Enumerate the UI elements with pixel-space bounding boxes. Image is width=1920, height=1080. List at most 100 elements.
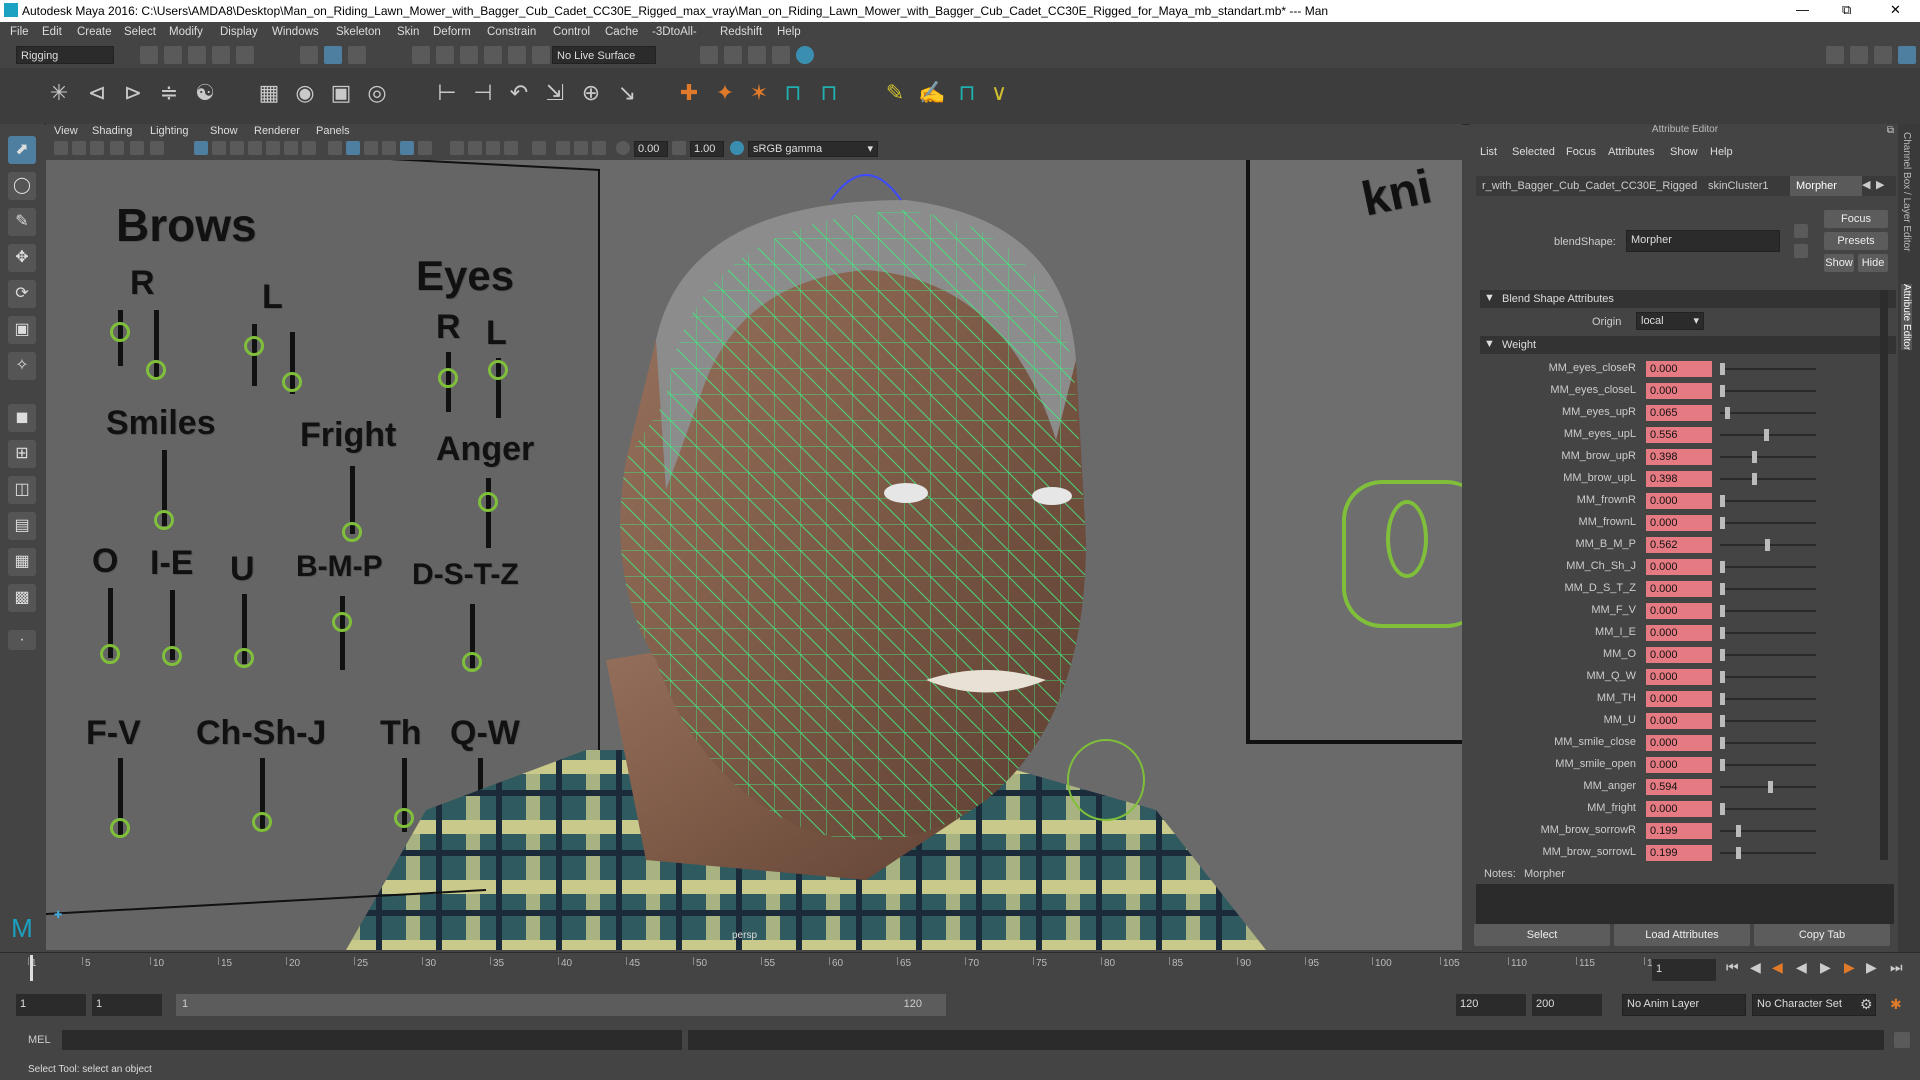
ae-menu-list[interactable]: List bbox=[1480, 146, 1497, 158]
xray-icon[interactable] bbox=[556, 141, 570, 155]
weight-value-field[interactable]: 0.000 bbox=[1646, 515, 1712, 531]
tab-prev-icon[interactable]: ◀ bbox=[1862, 178, 1870, 191]
lights-icon[interactable] bbox=[418, 141, 432, 155]
viewport-menu-lighting[interactable]: Lighting bbox=[150, 125, 189, 137]
weight-slider-track[interactable] bbox=[1720, 478, 1816, 480]
show-button[interactable]: Show bbox=[1824, 254, 1854, 272]
new-scene-icon[interactable] bbox=[140, 46, 158, 64]
locator-icon[interactable]: ✚ bbox=[676, 80, 702, 106]
close-icon[interactable]: ✕ bbox=[1890, 2, 1901, 18]
layout-two-icon[interactable]: ◫ bbox=[8, 476, 36, 504]
weight-slider-thumb[interactable] bbox=[1720, 363, 1725, 375]
motion-blur-icon[interactable] bbox=[486, 141, 500, 155]
notes-textarea[interactable] bbox=[1476, 884, 1894, 924]
parent-constraint-icon[interactable]: ⊢ bbox=[434, 80, 460, 106]
undo-icon[interactable] bbox=[212, 46, 230, 64]
safe-title-icon[interactable] bbox=[302, 141, 316, 155]
bind-skin-icon[interactable]: ▦ bbox=[256, 80, 282, 106]
menu-control[interactable]: Control bbox=[553, 26, 590, 38]
wireframe-icon[interactable] bbox=[328, 141, 342, 155]
select-button[interactable]: Select bbox=[1474, 924, 1610, 946]
weight-slider-thumb[interactable] bbox=[1720, 605, 1725, 617]
sculpt-icon[interactable]: ✶ bbox=[746, 80, 772, 106]
attribute-editor-toggle-icon[interactable] bbox=[1898, 46, 1916, 64]
colorspace-dropdown[interactable]: sRGB gamma ▾ bbox=[748, 141, 878, 157]
humanik-icon[interactable]: ☯ bbox=[192, 80, 218, 106]
image-plane-icon[interactable] bbox=[110, 141, 124, 155]
viewport-menu-show[interactable]: Show bbox=[210, 125, 238, 137]
hypershade-icon[interactable] bbox=[772, 46, 790, 64]
grid-toggle-icon[interactable] bbox=[194, 141, 208, 155]
playback-end-field[interactable]: 120 bbox=[1456, 994, 1526, 1016]
current-frame-field[interactable]: 1 bbox=[1652, 959, 1716, 981]
brush-icon[interactable]: ✍ bbox=[918, 80, 945, 106]
select-tool-icon[interactable]: ⬈ bbox=[8, 136, 36, 164]
snap-curve-icon[interactable] bbox=[436, 46, 454, 64]
shadows-icon[interactable] bbox=[450, 141, 464, 155]
load-output-icon[interactable] bbox=[1794, 244, 1808, 258]
viewport-menu-panels[interactable]: Panels bbox=[316, 125, 350, 137]
time-slider[interactable]: 1 5 10 15 20 25 30 35 40 45 50 55 60 65 70 75 80 85 90 95 10… bbox=[0, 952, 1920, 983]
menu-modify[interactable]: Modify bbox=[169, 26, 203, 38]
weight-slider-track[interactable] bbox=[1720, 808, 1816, 810]
load-input-icon[interactable] bbox=[1794, 224, 1808, 238]
weight-slider-track[interactable] bbox=[1720, 610, 1816, 612]
step-back-key-icon[interactable]: ◀ bbox=[1750, 959, 1761, 976]
script-editor-icon[interactable] bbox=[1894, 1032, 1910, 1048]
redo-icon[interactable] bbox=[236, 46, 254, 64]
menu-edit[interactable]: Edit bbox=[42, 26, 62, 38]
current-time-marker[interactable] bbox=[30, 955, 33, 981]
textured-icon[interactable] bbox=[400, 141, 414, 155]
modeling-toolkit-icon[interactable] bbox=[1826, 46, 1844, 64]
mel-label[interactable]: MEL bbox=[28, 1034, 51, 1046]
menu-display[interactable]: Display bbox=[220, 26, 258, 38]
origin-dropdown[interactable]: local ▾ bbox=[1636, 312, 1704, 330]
rotate-tool-icon[interactable]: ⟳ bbox=[8, 280, 36, 308]
move-tool-icon[interactable]: ✥ bbox=[8, 244, 36, 272]
redshift-icon[interactable] bbox=[796, 46, 814, 64]
snap-surface-icon[interactable] bbox=[508, 46, 526, 64]
pole-vector-icon[interactable]: ↘ bbox=[614, 80, 640, 106]
outliner-toggle-icon[interactable] bbox=[1874, 46, 1892, 64]
select-hierarchy-icon[interactable] bbox=[300, 46, 318, 64]
lattice-icon[interactable]: ▣ bbox=[328, 80, 354, 106]
film-gate-icon[interactable] bbox=[212, 141, 226, 155]
weight-slider-track[interactable] bbox=[1720, 742, 1816, 744]
color-management-icon[interactable] bbox=[730, 141, 744, 155]
viewport-menu-renderer[interactable]: Renderer bbox=[254, 125, 300, 137]
animation-start-field[interactable]: 1 bbox=[16, 994, 86, 1016]
weight-slider-track[interactable] bbox=[1720, 852, 1816, 854]
weight-slider-thumb[interactable] bbox=[1752, 451, 1757, 463]
camera-select-icon[interactable] bbox=[54, 141, 68, 155]
weight-value-field[interactable]: 0.000 bbox=[1646, 361, 1712, 377]
ambient-occlusion-icon[interactable] bbox=[468, 141, 482, 155]
weight-slider-thumb[interactable] bbox=[1752, 473, 1757, 485]
joint-orient-icon[interactable]: ✦ bbox=[712, 80, 738, 106]
weight-slider-thumb[interactable] bbox=[1736, 825, 1741, 837]
exposure-field[interactable]: 0.00 bbox=[634, 141, 668, 157]
lasso-tool-icon[interactable]: ◯ bbox=[8, 172, 36, 200]
playback-start-field[interactable]: 1 bbox=[92, 994, 162, 1016]
menu-constrain[interactable]: Constrain bbox=[487, 26, 536, 38]
menu-help[interactable]: Help bbox=[777, 26, 801, 38]
menu-skeleton[interactable]: Skeleton bbox=[336, 26, 381, 38]
weight-slider-track[interactable] bbox=[1720, 830, 1816, 832]
tab-next-icon[interactable]: ▶ bbox=[1876, 178, 1884, 191]
weight-slider-track[interactable] bbox=[1720, 500, 1816, 502]
restore-icon[interactable]: ⧉ bbox=[1842, 2, 1851, 18]
anti-alias-icon[interactable] bbox=[504, 141, 518, 155]
character-set-dropdown[interactable]: No Character Set bbox=[1752, 994, 1876, 1016]
side-tab-attribute-editor[interactable]: Attribute Editor bbox=[1901, 284, 1912, 351]
character-model[interactable] bbox=[46, 160, 1462, 950]
weight-slider-thumb[interactable] bbox=[1725, 407, 1730, 419]
tab-transform[interactable]: r_with_Bagger_Cub_Cadet_CC30E_Rigged bbox=[1476, 176, 1698, 196]
weight-slider-track[interactable] bbox=[1720, 764, 1816, 766]
default-material-icon[interactable] bbox=[364, 141, 378, 155]
weight-slider-thumb[interactable] bbox=[1720, 759, 1725, 771]
scale-tool-icon[interactable]: ▣ bbox=[8, 316, 36, 344]
ae-scrollbar[interactable] bbox=[1880, 290, 1888, 860]
four-view-icon[interactable]: ⊞ bbox=[8, 440, 36, 468]
weight-value-field[interactable]: 0.000 bbox=[1646, 383, 1712, 399]
weight-slider-thumb[interactable] bbox=[1720, 583, 1725, 595]
ipr-render-icon[interactable] bbox=[724, 46, 742, 64]
